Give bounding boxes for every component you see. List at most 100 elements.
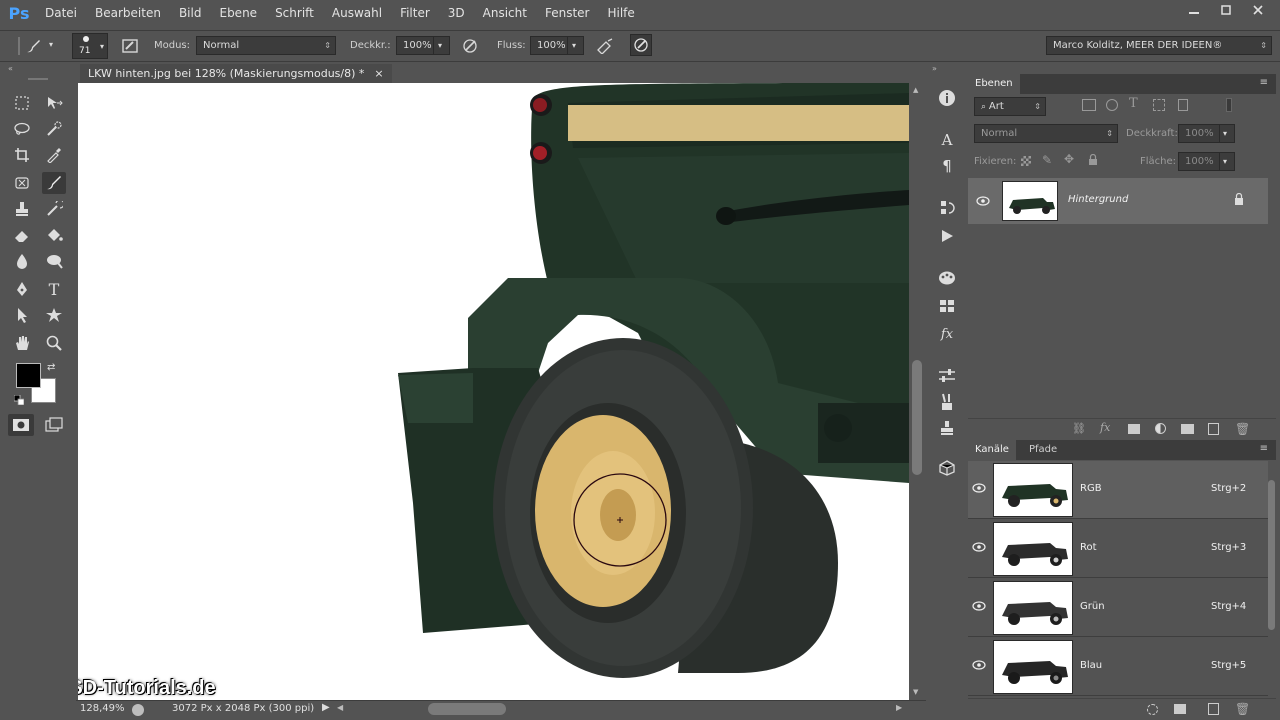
load-selection-icon[interactable] <box>1147 704 1158 715</box>
clone-source-icon[interactable] <box>935 417 959 439</box>
menu-ansicht[interactable]: Ansicht <box>474 0 536 26</box>
brush-preset-icon[interactable] <box>22 35 44 57</box>
scroll-down-icon[interactable]: ▼ <box>913 688 918 696</box>
minimize-button[interactable] <box>1178 0 1210 20</box>
styles-fx-icon[interactable]: fx <box>935 323 959 345</box>
channels-scroll-thumb[interactable] <box>1268 480 1275 630</box>
scroll-left-icon[interactable]: ◀ <box>337 703 343 712</box>
visibility-eye-icon[interactable] <box>972 601 986 611</box>
filter-toggle[interactable] <box>1226 98 1232 112</box>
workspace-select[interactable]: Marco Kolditz, MEER DER IDEEN® ⇕ <box>1046 36 1272 55</box>
fill-slider-button[interactable]: ▾ <box>1219 152 1235 171</box>
add-mask-icon[interactable] <box>1128 424 1140 434</box>
lock-pixels-icon[interactable]: ✎ <box>1042 153 1052 167</box>
visibility-eye-icon[interactable] <box>972 660 986 670</box>
path-selection-tool-icon[interactable] <box>10 304 34 326</box>
pressure-opacity-icon[interactable] <box>459 35 481 57</box>
quick-mask-icon[interactable] <box>8 414 34 436</box>
crop-tool-icon[interactable] <box>10 144 34 166</box>
type-tool-icon[interactable]: T <box>42 278 66 300</box>
collapse-icon[interactable]: « <box>8 64 13 73</box>
panel-menu-icon[interactable]: ≡ <box>1260 77 1268 88</box>
custom-shape-tool-icon[interactable] <box>42 304 66 326</box>
default-colors-icon[interactable] <box>13 394 25 406</box>
maximize-button[interactable] <box>1210 0 1242 20</box>
filter-shape-icon[interactable] <box>1153 99 1165 111</box>
new-channel-icon[interactable] <box>1208 703 1219 715</box>
menu-auswahl[interactable]: Auswahl <box>323 0 391 26</box>
lock-all-icon[interactable] <box>1088 153 1098 165</box>
paragraph-icon[interactable]: ¶ <box>935 155 959 177</box>
actions-play-icon[interactable] <box>935 225 959 247</box>
flow-slider-button[interactable]: ▾ <box>567 36 584 55</box>
close-tab-icon[interactable]: × <box>374 64 383 84</box>
info-icon[interactable] <box>935 87 959 109</box>
dodge-tool-icon[interactable] <box>42 250 66 272</box>
flow-input[interactable]: 100% <box>530 36 568 55</box>
color-palette-icon[interactable] <box>935 267 959 289</box>
preset-arrow-icon[interactable]: ▾ <box>49 40 53 49</box>
eraser-tool-icon[interactable] <box>10 224 34 246</box>
new-layer-icon[interactable] <box>1208 423 1219 435</box>
channel-row-rgb[interactable]: RGB Strg+2 <box>968 461 1268 519</box>
layer-style-fx-icon[interactable]: fx <box>1100 421 1110 434</box>
close-window-button[interactable] <box>1242 0 1274 20</box>
layer-opacity-input[interactable]: 100% <box>1178 124 1220 143</box>
vertical-scroll-thumb[interactable] <box>912 360 922 475</box>
new-adjustment-icon[interactable] <box>1155 423 1166 434</box>
delete-channel-icon[interactable]: 🗑 <box>1235 702 1250 716</box>
opacity-slider-button[interactable]: ▾ <box>433 36 450 55</box>
mode-select[interactable]: Normal ⇕ <box>196 36 336 55</box>
tab-ebenen[interactable]: Ebenen <box>968 74 1020 94</box>
visibility-eye-icon[interactable] <box>972 483 986 493</box>
status-info-icon[interactable] <box>132 704 144 716</box>
lock-position-icon[interactable]: ✥ <box>1064 152 1074 166</box>
document-tab[interactable]: LKW hinten.jpg bei 128% (Maskierungsmodu… <box>80 64 392 84</box>
3d-icon[interactable] <box>935 457 959 479</box>
history-icon[interactable] <box>935 197 959 219</box>
save-selection-icon[interactable] <box>1174 704 1186 714</box>
channel-row-rot[interactable]: Rot Strg+3 <box>968 520 1268 578</box>
pen-tool-icon[interactable] <box>10 278 34 300</box>
brush-presets-icon[interactable] <box>935 391 959 413</box>
paint-bucket-tool-icon[interactable] <box>42 224 66 246</box>
character-icon[interactable]: A <box>935 129 959 151</box>
link-layers-icon[interactable]: ⛓ <box>1072 422 1086 435</box>
menu-hilfe[interactable]: Hilfe <box>598 0 643 26</box>
menu-3d[interactable]: 3D <box>439 0 474 26</box>
visibility-eye-icon[interactable] <box>972 542 986 552</box>
clone-stamp-tool-icon[interactable] <box>10 198 34 220</box>
hand-tool-icon[interactable] <box>10 332 34 354</box>
brush-size-picker[interactable]: 71 ▾ <box>72 33 108 59</box>
move-tool-icon[interactable] <box>42 92 66 114</box>
healing-brush-tool-icon[interactable] <box>10 172 34 194</box>
visibility-eye-icon[interactable] <box>976 196 990 206</box>
scroll-up-icon[interactable]: ▲ <box>913 86 918 94</box>
zoom-level[interactable]: 128,49% <box>80 703 125 714</box>
brush-panel-icon[interactable] <box>119 35 141 57</box>
layer-row-hintergrund[interactable]: Hintergrund <box>968 178 1268 224</box>
layer-opacity-slider-button[interactable]: ▾ <box>1219 124 1235 143</box>
fill-input[interactable]: 100% <box>1178 152 1220 171</box>
menu-bearbeiten[interactable]: Bearbeiten <box>86 0 170 26</box>
expand-icon[interactable]: » <box>932 64 937 73</box>
menu-fenster[interactable]: Fenster <box>536 0 599 26</box>
scroll-right-icon[interactable]: ▶ <box>896 703 902 712</box>
screen-mode-icon[interactable] <box>42 414 66 436</box>
airbrush-icon[interactable] <box>594 35 616 57</box>
status-menu-arrow-icon[interactable]: ▶ <box>322 702 330 713</box>
swatches-icon[interactable] <box>935 295 959 317</box>
horizontal-scroll-thumb[interactable] <box>428 703 506 715</box>
blur-tool-icon[interactable] <box>10 250 34 272</box>
menu-datei[interactable]: Datei <box>36 0 86 26</box>
new-group-folder-icon[interactable] <box>1181 424 1194 434</box>
eyedropper-tool-icon[interactable] <box>42 144 66 166</box>
adjustments-icon[interactable] <box>935 365 959 387</box>
filter-smart-object-icon[interactable] <box>1178 99 1188 111</box>
channel-row-blau[interactable]: Blau Strg+5 <box>968 638 1268 696</box>
filter-type-icon[interactable]: T <box>1129 96 1138 111</box>
swap-colors-icon[interactable]: ⇄ <box>47 362 55 373</box>
lock-transparency-icon[interactable] <box>1021 156 1031 166</box>
document-canvas[interactable]: PSD-Tutorials.de <box>78 83 909 700</box>
tab-kanaele[interactable]: Kanäle <box>968 440 1016 460</box>
